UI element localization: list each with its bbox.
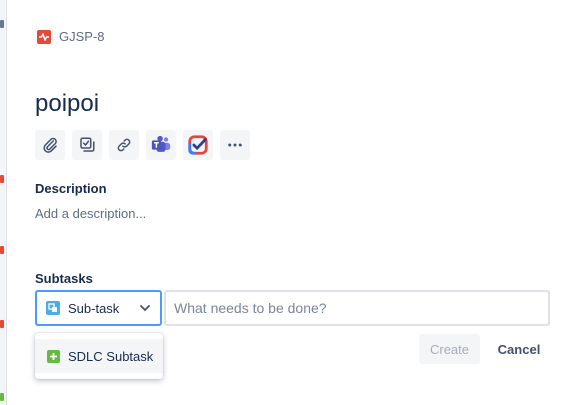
link-issue-button[interactable]: [109, 130, 139, 160]
teams-button[interactable]: [146, 130, 176, 160]
add-subtask-button[interactable]: [72, 130, 102, 160]
background-mark: [0, 20, 4, 28]
cancel-button[interactable]: Cancel: [489, 334, 549, 364]
create-button[interactable]: Create: [419, 334, 480, 364]
subtasks-label: Subtasks: [35, 271, 93, 286]
sdlc-subtask-icon: [47, 349, 60, 363]
more-button[interactable]: [220, 130, 250, 160]
app-stage: GJSP-8 poipoi Description Add a descript…: [0, 0, 585, 405]
bug-icon: [37, 29, 51, 44]
checklist-button[interactable]: [183, 130, 213, 160]
checklist-app-icon: [188, 135, 208, 155]
background-mark: [0, 246, 4, 254]
description-placeholder[interactable]: Add a description...: [35, 206, 146, 221]
dropdown-option-sdlc-subtask[interactable]: SDLC Subtask: [35, 339, 163, 373]
subtask-summary-input[interactable]: [164, 290, 550, 326]
issue-key-text: GJSP-8: [59, 29, 105, 44]
background-mark: [0, 320, 4, 328]
background-mark: [0, 175, 4, 183]
issue-key-link[interactable]: GJSP-8: [37, 29, 105, 44]
issue-toolbar: [35, 130, 250, 160]
chevron-down-icon: [140, 305, 150, 312]
checkbox-tree-icon: [80, 137, 95, 152]
microsoft-teams-icon: [151, 135, 171, 152]
attach-button[interactable]: [35, 130, 65, 160]
paperclip-icon: [43, 137, 57, 153]
link-icon: [117, 138, 131, 152]
issue-detail-panel: GJSP-8 poipoi Description Add a descript…: [6, 0, 585, 405]
issue-type-select[interactable]: Sub-task: [35, 290, 162, 326]
more-icon: [228, 143, 242, 147]
background-mark: [0, 393, 4, 401]
issue-title[interactable]: poipoi: [35, 90, 99, 118]
issue-type-dropdown: SDLC Subtask: [35, 333, 163, 379]
subtask-type-icon: [46, 301, 60, 315]
dropdown-option-label: SDLC Subtask: [68, 348, 154, 364]
description-label: Description: [35, 181, 107, 196]
issue-type-label: Sub-task: [68, 300, 120, 316]
